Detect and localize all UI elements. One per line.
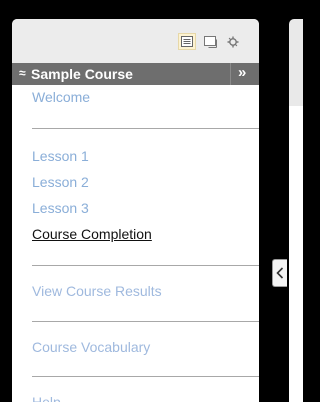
- app-frame: ≈ Sample Course » Welcome Lesson 1 Lesso…: [0, 0, 303, 402]
- expand-panel-button[interactable]: [272, 259, 287, 287]
- nav-divider: [32, 128, 259, 129]
- nav-divider: [32, 265, 259, 266]
- nav-welcome[interactable]: Welcome: [32, 89, 90, 105]
- content-pane-header: [289, 19, 303, 106]
- nav-view-course-results[interactable]: View Course Results: [32, 283, 162, 299]
- chevron-left-icon: [276, 267, 284, 279]
- nav-lesson-2[interactable]: Lesson 2: [32, 174, 89, 190]
- nav-lesson-1[interactable]: Lesson 1: [32, 148, 89, 164]
- nav-help[interactable]: Help: [32, 394, 61, 402]
- window-icon: [203, 35, 217, 48]
- list-view-button[interactable]: [178, 33, 196, 50]
- course-header[interactable]: ≈ Sample Course »: [12, 63, 259, 85]
- nav-divider: [32, 376, 259, 377]
- header-separator: [230, 63, 231, 85]
- nav-course-vocabulary[interactable]: Course Vocabulary: [32, 339, 150, 355]
- sidebar-toolbar: [12, 19, 259, 63]
- collapse-course-icon[interactable]: ≈: [19, 66, 26, 80]
- collapse-sidebar-icon[interactable]: »: [238, 64, 246, 82]
- nav-lesson-3[interactable]: Lesson 3: [32, 200, 89, 216]
- content-pane: [289, 106, 303, 402]
- settings-icon: [227, 36, 239, 47]
- new-window-button[interactable]: [201, 33, 219, 50]
- nav-divider: [32, 321, 259, 322]
- list-view-icon: [181, 36, 193, 47]
- course-title: Sample Course: [31, 66, 133, 82]
- nav-course-completion[interactable]: Course Completion: [32, 226, 152, 242]
- settings-button[interactable]: [224, 33, 242, 50]
- course-sidebar: ≈ Sample Course » Welcome Lesson 1 Lesso…: [12, 19, 259, 402]
